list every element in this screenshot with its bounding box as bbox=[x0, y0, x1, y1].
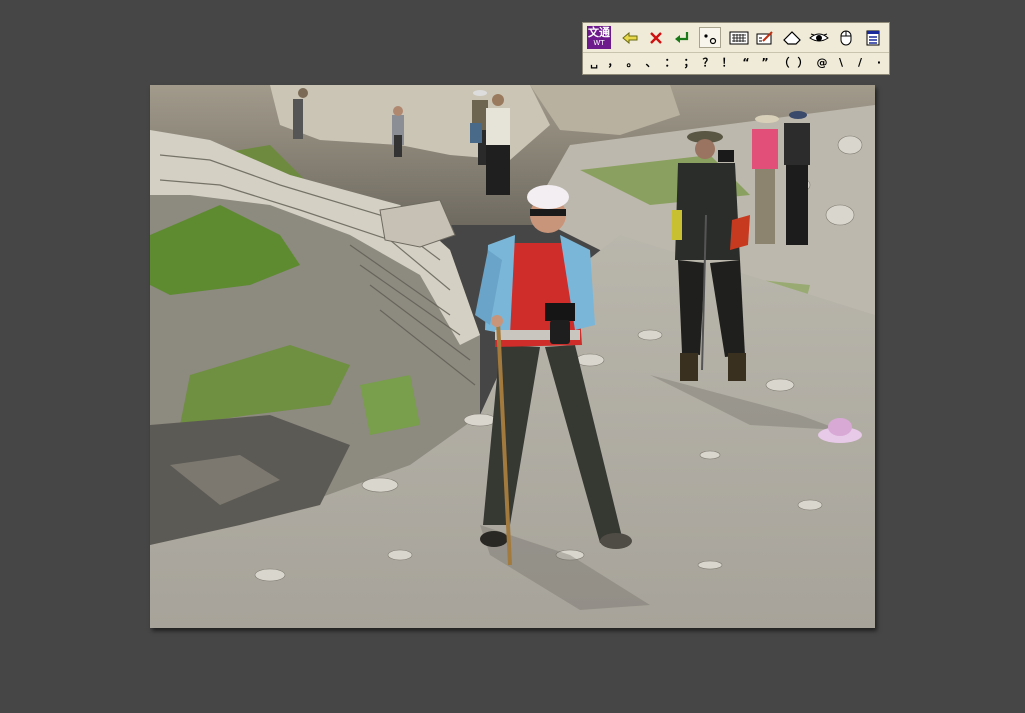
punct-colon[interactable]: ： bbox=[663, 55, 677, 71]
punct-at[interactable]: @ bbox=[815, 55, 829, 71]
mouse-button[interactable] bbox=[835, 27, 857, 48]
soft-keyboard-button[interactable] bbox=[728, 27, 750, 48]
punct-middle-dot[interactable]: · bbox=[872, 55, 886, 71]
punctuation-mode-button[interactable] bbox=[699, 27, 721, 48]
photo-viewer-image bbox=[150, 85, 875, 628]
enter-button[interactable] bbox=[671, 27, 693, 48]
punct-open-quote[interactable]: “ bbox=[739, 55, 753, 71]
ime-logo-subtext: WT bbox=[593, 39, 605, 47]
eraser-button[interactable] bbox=[781, 27, 803, 48]
handwriting-icon bbox=[756, 30, 773, 44]
enter-icon bbox=[675, 31, 689, 43]
delete-x-icon bbox=[650, 31, 662, 44]
punct-close-paren[interactable]: ） bbox=[796, 55, 810, 71]
punct-slash[interactable]: / bbox=[853, 55, 867, 71]
mouse-icon bbox=[840, 30, 852, 45]
back-arrow-button[interactable] bbox=[619, 27, 641, 48]
ime-logo-text: 文通 bbox=[588, 26, 610, 39]
menu-icon bbox=[866, 30, 880, 45]
hiking-photo bbox=[150, 85, 875, 628]
eye-button[interactable] bbox=[808, 27, 830, 48]
punct-close-quote[interactable]: ” bbox=[758, 55, 772, 71]
back-arrow-icon bbox=[622, 31, 638, 44]
eye-icon bbox=[809, 33, 829, 41]
punct-comma[interactable]: ， bbox=[606, 55, 620, 71]
delete-button[interactable] bbox=[645, 27, 667, 48]
punct-space[interactable]: ␣ bbox=[587, 55, 601, 71]
ime-punctuation-row: ␣ ， 。 、 ： ； ？ ！ “ ” （ ） @ \ / · bbox=[583, 52, 889, 74]
punct-period[interactable]: 。 bbox=[625, 55, 639, 71]
punct-open-paren[interactable]: （ bbox=[777, 55, 791, 71]
ime-toolbar: 文通 WT ␣ ， 。 、 ： ； ？ ！ “ ” （ ） @ \ / · bbox=[582, 22, 890, 75]
punct-backslash[interactable]: \ bbox=[834, 55, 848, 71]
punct-semicolon[interactable]: ； bbox=[682, 55, 696, 71]
punct-question[interactable]: ？ bbox=[701, 55, 715, 71]
soft-keyboard-icon bbox=[729, 31, 749, 44]
ime-logo[interactable]: 文通 WT bbox=[587, 26, 611, 49]
punctuation-mode-icon bbox=[704, 33, 717, 44]
ime-toolbar-top-row: 文通 WT bbox=[583, 23, 889, 53]
handwriting-button[interactable] bbox=[754, 27, 776, 48]
punct-enum-comma[interactable]: 、 bbox=[644, 55, 658, 71]
desktop-background: 文通 WT ␣ ， 。 、 ： ； ？ ！ “ ” （ ） @ \ / · bbox=[0, 0, 1025, 713]
punct-exclamation[interactable]: ！ bbox=[720, 55, 734, 71]
menu-button[interactable] bbox=[862, 27, 884, 48]
eraser-icon bbox=[783, 30, 801, 45]
